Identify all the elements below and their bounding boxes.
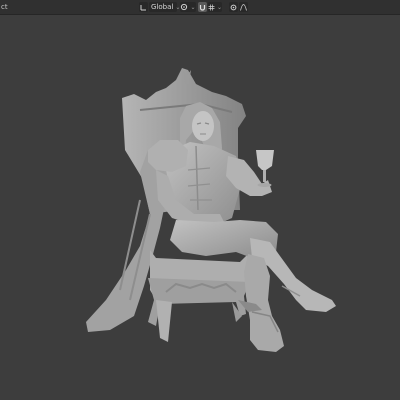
transform-orientation-dropdown[interactable]: Global ⌄ bbox=[149, 2, 180, 12]
head bbox=[192, 111, 214, 141]
snap-grid-icon bbox=[208, 4, 215, 10]
proportional-edit-icon bbox=[230, 4, 237, 10]
throne-seat bbox=[148, 250, 250, 342]
pivot-point-icon bbox=[181, 3, 188, 11]
orientation-axes-icon bbox=[140, 4, 146, 10]
viewport-header: ct Global ⌄ ⌄ ⌄ bbox=[0, 0, 400, 15]
snap-target-dropdown[interactable]: ⌄ bbox=[208, 2, 222, 12]
chevron-down-icon: ⌄ bbox=[216, 3, 222, 11]
snap-toggle[interactable] bbox=[198, 2, 207, 12]
pivot-point-dropdown[interactable]: ⌄ bbox=[180, 2, 196, 12]
mode-menu-stub[interactable]: ct bbox=[1, 1, 8, 13]
sculpt-model[interactable] bbox=[0, 14, 400, 400]
snap-magnet-icon bbox=[199, 4, 206, 11]
proportional-edit-toggle[interactable] bbox=[229, 2, 238, 12]
proportional-falloff-dropdown[interactable] bbox=[239, 2, 248, 12]
3d-viewport[interactable]: ct Global ⌄ ⌄ ⌄ bbox=[0, 0, 400, 400]
chevron-down-icon: ⌄ bbox=[190, 3, 196, 11]
transform-orientation-icon-button[interactable] bbox=[139, 2, 148, 12]
falloff-curve-icon bbox=[240, 3, 247, 11]
transform-orientation-label: Global bbox=[151, 3, 174, 11]
